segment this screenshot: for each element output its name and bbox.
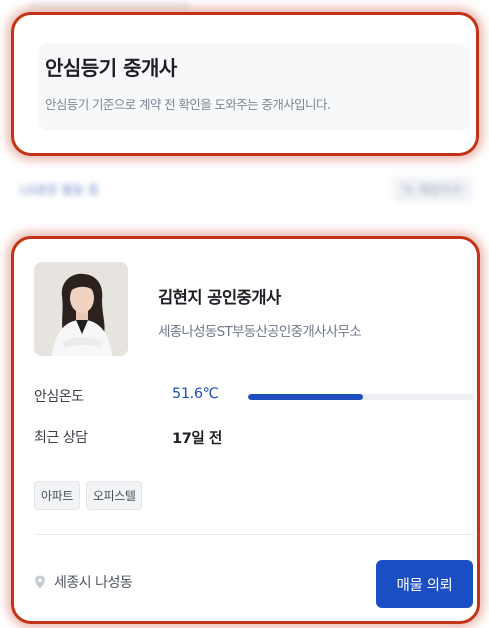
temperature-value: 51.6℃ <box>172 386 219 402</box>
location-text: 세종시 나성동 <box>54 575 133 591</box>
agent-office-name: 세종나성동ST부동산공인중개사사무소 <box>158 324 362 340</box>
faded-row-left-text: LG방문 활동 중 <box>20 182 99 197</box>
agent-photo-icon <box>34 262 128 356</box>
temperature-label: 안심온도 <box>34 389 84 405</box>
temperature-bar-fill <box>248 394 364 400</box>
faded-background-row: LG방문 활동 중 % 재방지수 <box>20 172 472 206</box>
temperature-bar <box>248 394 474 400</box>
agent-avatar <box>34 262 128 356</box>
request-listing-button[interactable]: 매물 의뢰 <box>376 560 473 608</box>
info-card-description: 안심등기 기준으로 계약 전 확인을 도와주는 중개사입니다. <box>45 97 331 112</box>
page: 안심등기 중개사 안심등기 기준으로 계약 전 확인을 도와주는 중개사입니다.… <box>0 0 489 628</box>
divider <box>34 534 474 535</box>
map-pin-icon <box>35 575 45 589</box>
info-card-title: 안심등기 중개사 <box>45 56 177 80</box>
tag-officetel: 오피스텔 <box>85 481 143 510</box>
recent-consult-label: 최근 상담 <box>34 430 88 446</box>
agent-name[interactable]: 김현지 공인중개사 <box>158 284 281 308</box>
safe-registry-info-card <box>11 12 479 156</box>
property-type-tags: 아파트 오피스텔 <box>34 481 143 510</box>
recent-consult-value: 17일 전 <box>172 431 222 447</box>
faded-top-strip <box>30 2 190 10</box>
agent-location: 세종시 나성동 <box>34 572 133 592</box>
faded-row-right-text: % 재방지수 <box>392 176 472 202</box>
tag-apartment: 아파트 <box>34 481 80 510</box>
